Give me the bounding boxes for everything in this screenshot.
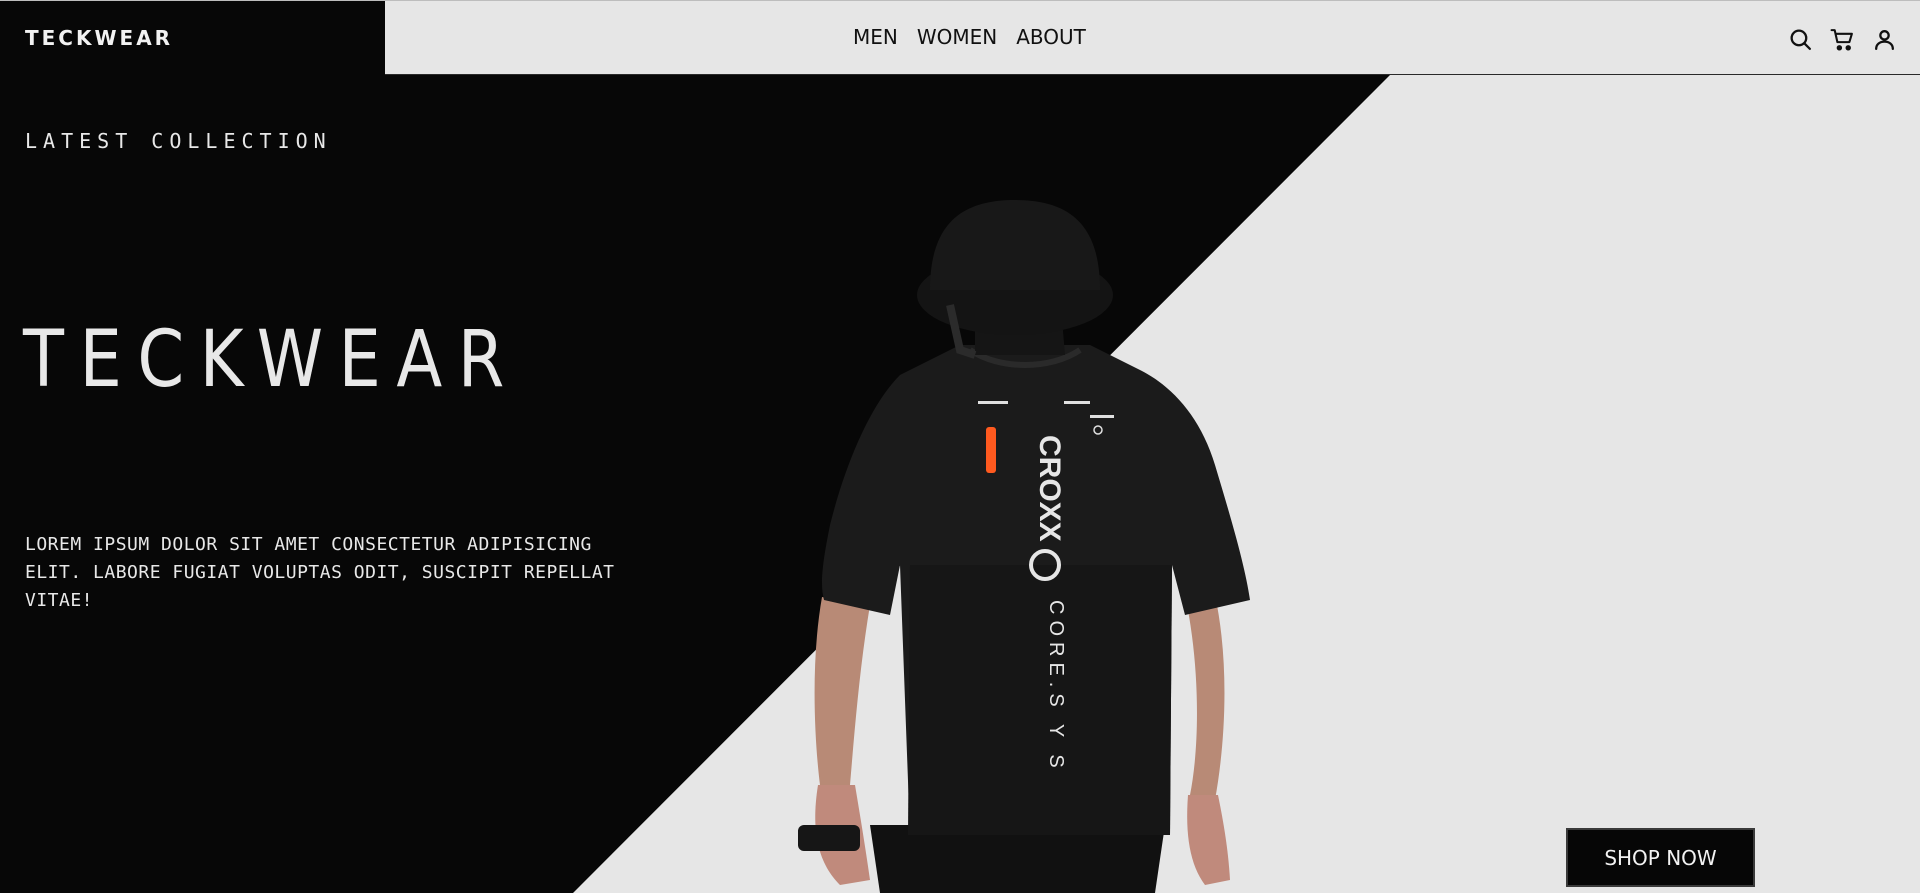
hero-eyebrow: LATEST COLLECTION (25, 129, 332, 153)
shirt-print-subtext: CORE.S Y S (1045, 600, 1067, 774)
cart-icon[interactable] (1830, 27, 1855, 52)
model-photo: CROXX CORE.S Y S (798, 200, 1250, 893)
user-icon[interactable] (1872, 27, 1897, 52)
nav-link-women[interactable]: WOMEN (917, 25, 997, 49)
nav-link-about[interactable]: ABOUT (1016, 25, 1086, 49)
hero-section: LATEST COLLECTION TECKWEAR LOREM IPSUM D… (0, 75, 1920, 893)
site-header: TECKWEAR MEN WOMEN ABOUT (0, 0, 1920, 75)
header-actions (1788, 27, 1897, 52)
nav-link-men[interactable]: MEN (853, 25, 898, 49)
main-nav: MEN WOMEN ABOUT (853, 25, 1086, 49)
hero-description: LOREM IPSUM DOLOR SIT AMET CONSECTETUR A… (25, 534, 615, 611)
search-icon[interactable] (1788, 27, 1813, 52)
shop-now-button[interactable]: SHOP NOW (1566, 828, 1755, 887)
brand-logo[interactable]: TECKWEAR (25, 26, 173, 50)
hero-title: TECKWEAR (23, 315, 520, 405)
brand-block: TECKWEAR (0, 1, 385, 75)
shirt-print-brand: CROXX (1033, 435, 1066, 542)
